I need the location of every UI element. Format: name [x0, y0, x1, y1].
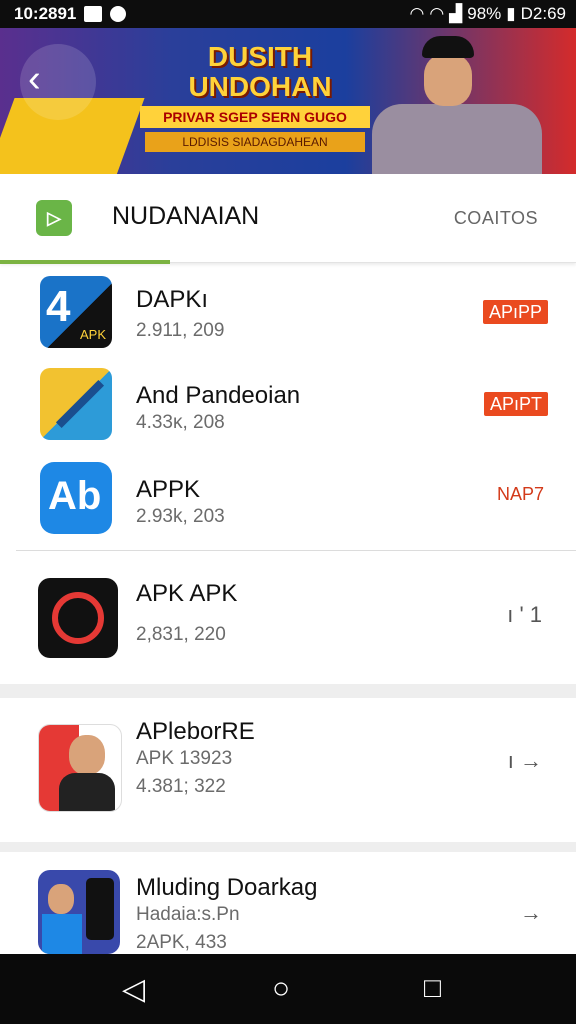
list-item[interactable]: 4 APK DAPKı 2.911, 209 APıPP: [0, 270, 576, 362]
list-item[interactable]: Mluding Doarkag Hadaia:s.Pn 2APK, 433 →: [0, 854, 576, 954]
tab-header: ▷ NUDANAIAN COAITOS: [0, 174, 576, 264]
app-icon: [38, 870, 120, 954]
banner-line1: PRIVAR SGEP SERN GUGO DREINIS: [140, 106, 370, 147]
battery-icon: ▮: [506, 4, 516, 23]
tab-title[interactable]: NUDANAIAN: [112, 202, 259, 231]
notification-icon: [84, 6, 103, 22]
app-name: DAPKı: [136, 286, 209, 313]
list-item[interactable]: APleborRE APK 13923 4.381; 322 ı →: [0, 700, 576, 840]
chevron-right-icon[interactable]: ı →: [508, 748, 542, 774]
tab-secondary[interactable]: COAITOS: [454, 208, 538, 229]
tab-indicator: [0, 260, 170, 264]
list-item[interactable]: APK APK 2,831, 220 ı ' 1: [0, 566, 576, 682]
wifi-alt-icon: ◠: [429, 4, 445, 23]
list-item[interactable]: And Pandeoian 4.33ĸ, 208 APıPT: [0, 364, 576, 456]
app-icon: 4 APK: [40, 276, 112, 348]
app-icon: [38, 578, 118, 658]
status-clock: D2:69: [520, 4, 566, 23]
promo-banner[interactable]: ‹ DUSITH UNDOHAN INDONSIA PRIVAR SGEP SE…: [0, 28, 576, 174]
banner-line2: LDDISIS SIADAGDAHEAN: [145, 132, 365, 152]
app-name: Mluding Doarkag: [136, 874, 318, 901]
app-meta: 2.93k, 203: [136, 506, 225, 527]
navigation-bar: ◁ ○ □: [0, 954, 576, 1024]
status-bar: 10:2891 ◠ ◠ ▟ 98% ▮ D2:69: [0, 0, 576, 28]
app-meta: 2.911, 209: [136, 320, 225, 341]
app-icon: [38, 724, 122, 812]
notification-dot-icon: [110, 6, 127, 22]
section-gap: [0, 842, 576, 852]
section-gap: [0, 684, 576, 698]
app-badge[interactable]: NAP7: [497, 484, 544, 505]
back-arrow-icon[interactable]: ‹: [20, 44, 96, 120]
chevron-right-icon[interactable]: ı ' 1: [507, 602, 542, 628]
app-name: APK APK: [136, 580, 238, 607]
app-icon: Ab: [40, 462, 112, 534]
app-badge[interactable]: APıPT: [483, 392, 548, 416]
arrow-right-icon[interactable]: →: [520, 900, 542, 926]
app-meta: 2,831, 220: [136, 624, 226, 645]
app-meta: 4.381; 322: [136, 776, 226, 797]
app-name: APleborRE: [136, 718, 255, 745]
app-badge[interactable]: APıPP: [482, 300, 548, 324]
app-subline: Hadaia:s.Pn: [136, 904, 240, 925]
divider: [16, 550, 576, 551]
app-meta: 2APK, 433: [136, 932, 227, 953]
battery-percent: 98%: [467, 4, 502, 23]
signal-icon: ▟: [449, 4, 463, 23]
app-name: APPK: [136, 476, 201, 503]
home-icon[interactable]: ○: [272, 972, 290, 1006]
status-time: 10:2891: [14, 4, 77, 23]
back-icon[interactable]: ◁: [122, 972, 145, 1007]
officer-image: [372, 36, 542, 174]
app-meta: 4.33ĸ, 208: [136, 412, 225, 433]
app-subline: APK 13923: [136, 748, 233, 769]
recents-icon[interactable]: □: [424, 972, 441, 1004]
wifi-icon: ◠: [409, 4, 425, 23]
app-name: And Pandeoian: [136, 382, 301, 409]
app-logo-icon: ▷: [36, 200, 72, 236]
list-item[interactable]: Ab APPK 2.93k, 203 NAP7: [0, 458, 576, 548]
app-icon: [40, 368, 112, 440]
